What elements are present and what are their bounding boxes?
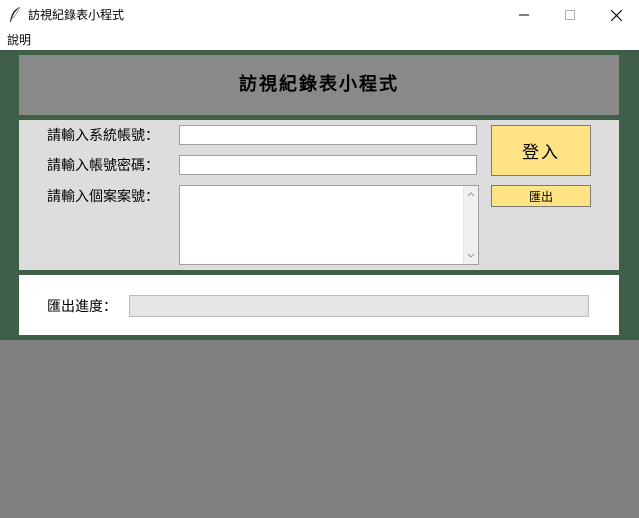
maximize-icon <box>565 10 575 20</box>
case-number-label: 請輸入個案案號： <box>47 189 159 205</box>
maximize-button[interactable] <box>547 0 593 30</box>
export-progress-label: 匯出進度： <box>47 299 117 315</box>
login-form-panel: 請輸入系統帳號： 請輸入帳號密碼： 請輸入個案案號： 登入 匯出 <box>19 120 619 270</box>
vertical-scrollbar[interactable] <box>463 186 478 264</box>
export-progress-bar <box>129 295 589 317</box>
account-label: 請輸入系統帳號： <box>47 128 159 144</box>
case-number-textarea[interactable] <box>179 185 479 265</box>
window-title: 訪視紀錄表小程式 <box>28 8 125 22</box>
close-icon <box>610 9 622 21</box>
scroll-down-icon[interactable] <box>466 251 476 261</box>
page-title: 訪視紀錄表小程式 <box>239 74 399 95</box>
feather-icon <box>10 6 21 22</box>
progress-panel: 匯出進度： <box>19 275 619 335</box>
menu-item-help[interactable]: 說明 <box>6 33 32 47</box>
main-window-content: 訪視紀錄表小程式 請輸入系統帳號： 請輸入帳號密碼： 請輸入個案案號： 登入 匯… <box>0 50 639 340</box>
password-label: 請輸入帳號密碼： <box>47 158 159 174</box>
account-input[interactable] <box>179 125 477 145</box>
header-panel: 訪視紀錄表小程式 <box>19 55 619 115</box>
menu-bar: 說明 <box>0 30 639 50</box>
minimize-button[interactable] <box>501 0 547 30</box>
close-button[interactable] <box>593 0 639 30</box>
export-button[interactable]: 匯出 <box>491 185 591 207</box>
login-button[interactable]: 登入 <box>491 125 591 176</box>
title-bar[interactable]: 訪視紀錄表小程式 <box>0 0 639 30</box>
minimize-icon <box>519 14 529 16</box>
password-input[interactable] <box>179 155 477 175</box>
scroll-up-icon[interactable] <box>466 189 476 199</box>
